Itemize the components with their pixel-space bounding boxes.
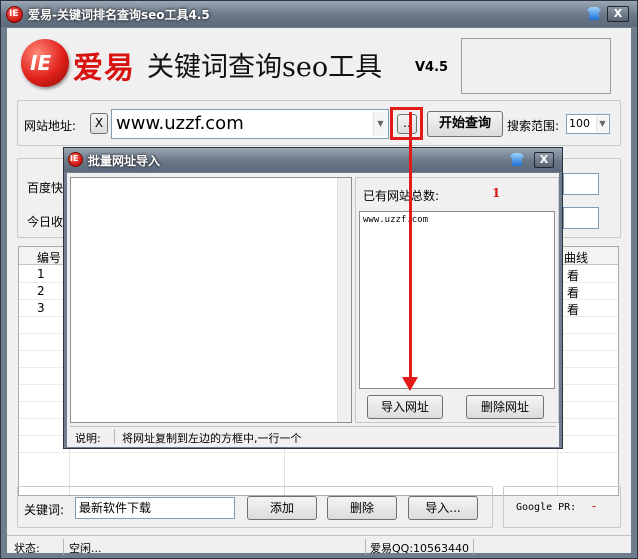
google-pr-label: Google PR: — [516, 502, 577, 513]
url-list[interactable]: www.uzzf.com — [359, 211, 555, 389]
import-keywords-button[interactable]: 导入... — [408, 496, 478, 520]
site-count-value: 1 — [492, 186, 501, 200]
status-value: 空闲... — [69, 542, 102, 555]
add-keyword-button[interactable]: 添加 — [247, 496, 317, 520]
keyword-label: 关键词: — [24, 503, 65, 517]
version-label: V4.5 — [415, 60, 449, 75]
dialog-status-bar: 说明: 将网址复制到左边的方框中,一行一个 — [70, 426, 556, 445]
title-logo-text: IE — [9, 9, 19, 19]
arrow-down-icon — [402, 377, 418, 391]
status-divider — [473, 539, 474, 555]
window-title: 爱易-关键词排名查询seo工具4.5 — [28, 8, 210, 22]
title-bar[interactable]: IE 爱易-关键词排名查询seo工具4.5 X — [1, 1, 637, 27]
dialog-client: 已有网站总数: 1 www.uzzf.com 导入网址 删除网址 说明: 将网址… — [67, 173, 559, 447]
table-row[interactable]: 3 — [37, 301, 45, 315]
product-name: 关键词查询seo工具 — [147, 52, 383, 83]
qq-contact: 爱易QQ:10563440 — [370, 542, 470, 555]
status-divider — [114, 429, 115, 444]
status-label: 状态: — [14, 542, 40, 555]
list-item[interactable]: www.uzzf.com — [363, 215, 551, 225]
table-row[interactable]: 1 — [37, 267, 45, 281]
chevron-down-icon[interactable]: ▼ — [596, 116, 608, 132]
range-value: 100 — [569, 117, 590, 130]
close-button[interactable]: X — [607, 6, 629, 22]
view-curve-link[interactable]: 看 — [567, 267, 579, 284]
url-combobox[interactable]: www.uzzf.com ▼ — [111, 109, 389, 139]
main-window: IE 爱易-关键词排名查询seo工具4.5 X IE 爱易 关键词查询seo工具… — [0, 0, 638, 559]
status-divider — [365, 539, 366, 555]
delete-url-button[interactable]: 删除网址 — [466, 395, 544, 419]
chevron-down-icon[interactable]: ▼ — [373, 112, 387, 136]
range-select[interactable]: 100 ▼ — [566, 114, 610, 134]
scrollbar[interactable] — [337, 178, 351, 422]
app-logo-icon: IE — [68, 152, 83, 167]
dialog-logo-text: IE — [70, 154, 79, 163]
highlight-box — [390, 107, 423, 140]
url-import-textarea[interactable] — [70, 177, 352, 423]
column-header-id: 编号 — [37, 251, 62, 265]
status-bar: 状态: 空闲... 爱易QQ:10563440 — [7, 535, 631, 555]
today-label: 今日收 — [27, 215, 64, 229]
baidu-label: 百度快 — [27, 181, 64, 195]
import-url-button[interactable]: 导入网址 — [367, 395, 443, 419]
view-curve-link[interactable]: 看 — [567, 301, 579, 318]
delete-keyword-button[interactable]: 删除 — [327, 496, 397, 520]
dialog-title-bar[interactable]: IE 批量网址导入 X — [64, 148, 562, 172]
brand-logo-text: IE — [30, 51, 52, 75]
url-list-panel: 已有网站总数: 1 www.uzzf.com 导入网址 删除网址 — [355, 177, 559, 423]
stats-field-2[interactable] — [563, 207, 599, 229]
url-label: 网站地址: — [24, 119, 77, 133]
hint-text: 将网址复制到左边的方框中,一行一个 — [122, 432, 302, 445]
app-logo-icon: IE — [6, 6, 23, 23]
ad-panel — [461, 38, 611, 94]
annotation-arrow-line — [409, 112, 412, 378]
url-value: www.uzzf.com — [116, 113, 244, 134]
shirt-icon — [587, 7, 601, 20]
skin-button[interactable] — [585, 6, 603, 22]
dialog-title: 批量网址导入 — [88, 154, 161, 168]
dialog-close-button[interactable]: X — [534, 152, 554, 168]
status-divider — [63, 539, 64, 555]
site-count-label: 已有网站总数: — [363, 189, 440, 203]
table-row[interactable]: 2 — [37, 284, 45, 298]
view-curve-link[interactable]: 看 — [567, 284, 579, 301]
stats-field-1[interactable] — [563, 173, 599, 195]
google-pr-value: - — [592, 499, 597, 513]
clear-url-button[interactable]: X — [90, 113, 108, 134]
batch-import-dialog: IE 批量网址导入 X 已有网站总数: 1 www.uzzf.com 导入网址 … — [63, 147, 563, 449]
brand-name: 爱易 — [73, 51, 135, 86]
brand-logo: IE — [21, 39, 69, 87]
keyword-input[interactable]: 最新软件下载 — [75, 497, 235, 519]
row-line — [19, 452, 618, 453]
range-label: 搜索范围: — [507, 119, 560, 133]
hint-label: 说明: — [75, 432, 101, 445]
start-search-button[interactable]: 开始查询 — [427, 111, 503, 137]
column-header-curve: 曲线 — [564, 251, 589, 265]
skin-button[interactable] — [508, 152, 526, 168]
shirt-icon — [510, 153, 524, 166]
